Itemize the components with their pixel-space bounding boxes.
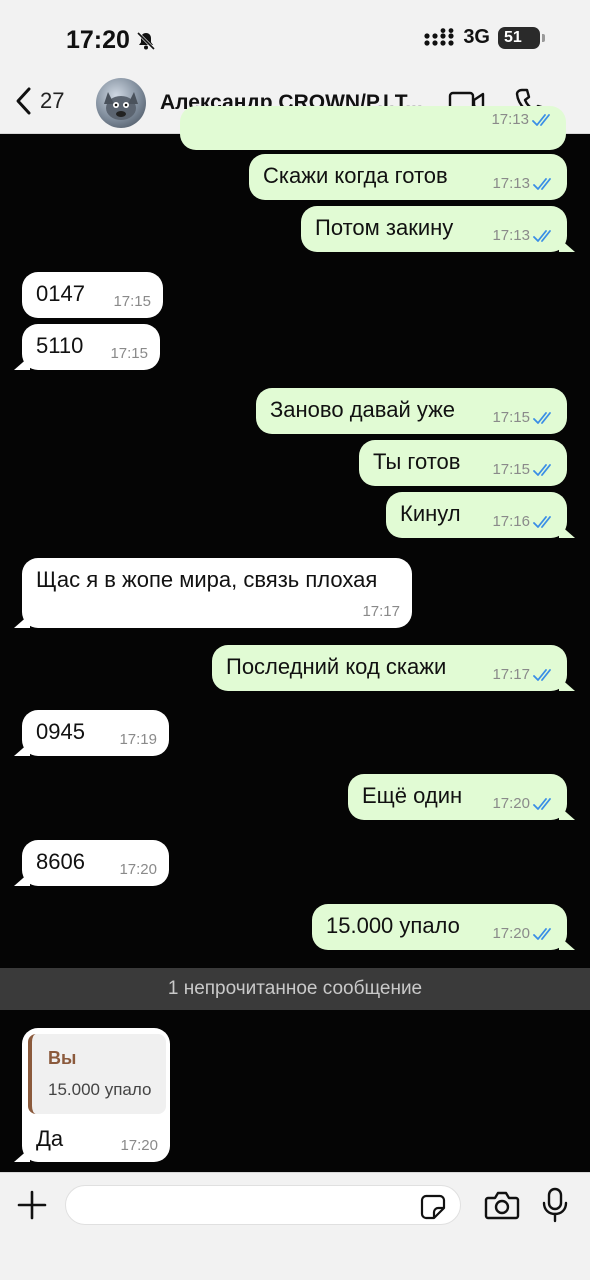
message-time: 17:20: [119, 861, 157, 878]
read-receipt-icon: [533, 668, 551, 681]
incoming-message[interactable]: 0945 17:19: [22, 710, 169, 756]
read-receipt-icon: [533, 463, 551, 476]
status-bar: 17:20 3G 51: [0, 0, 590, 72]
signal-icon: [424, 27, 454, 46]
incoming-message[interactable]: 0147 17:15: [22, 272, 163, 318]
message-text: Щас я в жопе мира, связь плохая: [36, 567, 378, 592]
incoming-message[interactable]: 5110 17:15: [22, 324, 160, 370]
status-time-group: 17:20: [66, 26, 156, 55]
incoming-message[interactable]: Щас я в жопе мира, связь плохая 17:17: [22, 558, 412, 628]
message-time-group: 17:20: [119, 861, 157, 878]
unread-divider-label: 1 непрочитанное сообщение: [167, 978, 423, 999]
message-time-group: 17:19: [119, 731, 157, 748]
message-text: Скажи когда готов: [263, 163, 448, 188]
message-time-group: 17:15: [492, 409, 555, 426]
outgoing-message[interactable]: Скажи когда готов 17:13: [249, 154, 567, 200]
message-text: Потом закину: [315, 215, 454, 240]
quote-text: 15.000 упало: [48, 1080, 152, 1099]
read-receipt-icon: [533, 411, 551, 424]
message-text: 0147: [36, 281, 85, 306]
outgoing-message[interactable]: Ты готов 17:15: [359, 440, 567, 486]
status-time: 17:20: [66, 26, 130, 54]
back-button[interactable]: 27: [14, 86, 64, 116]
composer-bar: [0, 1172, 590, 1280]
message-time: 17:16: [492, 513, 530, 530]
message-time: 17:19: [119, 731, 157, 748]
message-time: 17:15: [492, 409, 530, 426]
outgoing-message[interactable]: 17:13: [180, 106, 566, 150]
quoted-message[interactable]: Вы 15.000 упало: [28, 1034, 166, 1114]
message-time: 17:20: [492, 795, 530, 812]
quote-author: Вы: [48, 1048, 77, 1068]
chevron-left-icon: [16, 87, 31, 115]
message-text: 15.000 упало: [326, 913, 460, 938]
message-time: 17:20: [120, 1137, 158, 1154]
message-time: 17:13: [491, 111, 529, 128]
outgoing-message[interactable]: Заново давай уже 17:15: [256, 388, 567, 434]
message-text: Ещё один: [362, 783, 463, 808]
message-time-group: 17:20: [492, 925, 555, 942]
message-time-group: 17:20: [120, 1137, 158, 1154]
microphone-icon[interactable]: [541, 1187, 569, 1223]
outgoing-message[interactable]: Потом закину 17:13: [301, 206, 567, 252]
outgoing-message[interactable]: 15.000 упало 17:20: [312, 904, 567, 950]
battery-icon: 51: [498, 26, 545, 49]
message-time: 17:13: [492, 227, 530, 244]
message-text: Заново давай уже: [270, 397, 456, 422]
message-time: 17:13: [492, 175, 530, 192]
message-text: Да: [36, 1126, 64, 1151]
message-time-group: 17:13: [492, 175, 555, 192]
message-text: 5110: [36, 333, 84, 358]
read-receipt-icon: [533, 927, 551, 940]
message-time: 17:20: [492, 925, 530, 942]
sticker-icon[interactable]: [420, 1194, 446, 1220]
unread-chats-count: 27: [40, 88, 65, 113]
network-type: 3G: [463, 26, 490, 48]
message-time: 17:17: [362, 603, 400, 620]
read-receipt-icon: [533, 177, 551, 190]
message-time-group: 17:17: [492, 666, 555, 683]
message-time-group: 17:20: [492, 795, 555, 812]
message-input[interactable]: [80, 1186, 410, 1224]
message-text: Ты готов: [373, 449, 461, 474]
message-time-group: 17:15: [492, 461, 555, 478]
message-time-group: 17:17: [362, 603, 400, 620]
plus-icon[interactable]: [16, 1189, 48, 1221]
message-input-field[interactable]: [65, 1185, 461, 1225]
message-time: 17:15: [113, 293, 151, 310]
message-time: 17:15: [110, 345, 148, 362]
outgoing-message[interactable]: Ещё один 17:20: [348, 774, 567, 820]
message-text: 8606: [36, 849, 85, 874]
message-text: 0945: [36, 719, 85, 744]
read-receipt-icon: [532, 113, 550, 126]
read-receipt-icon: [533, 515, 551, 528]
reply-message-bubble[interactable]: Вы 15.000 упало Да 17:20: [22, 1028, 170, 1162]
message-text: Кинул: [400, 501, 461, 526]
avatar[interactable]: [96, 78, 146, 128]
chat-screen: 17:20 3G 51 27 Александр CROWN/P.I.T... …: [0, 0, 590, 1280]
message-text: Последний код скажи: [226, 654, 447, 679]
outgoing-message[interactable]: Последний код скажи 17:17: [212, 645, 567, 691]
read-receipt-icon: [533, 797, 551, 810]
camera-icon[interactable]: [484, 1189, 520, 1221]
status-right: 3G 51: [423, 26, 545, 49]
unread-divider: 1 непрочитанное сообщение: [0, 968, 590, 1010]
message-time: 17:17: [492, 666, 530, 683]
message-time: 17:15: [492, 461, 530, 478]
incoming-message[interactable]: 8606 17:20: [22, 840, 169, 886]
message-time-group: 17:15: [113, 293, 151, 310]
avatar-image: [104, 92, 138, 120]
outgoing-message[interactable]: Кинул 17:16: [386, 492, 567, 538]
message-time-group: 17:15: [110, 345, 148, 362]
read-receipt-icon: [533, 229, 551, 242]
bell-muted-icon: [136, 31, 156, 50]
battery-level: 51: [504, 28, 522, 46]
message-time-group: 17:16: [492, 513, 555, 530]
message-time-group: 17:13: [492, 227, 555, 244]
message-time-group: 17:13: [491, 111, 554, 128]
